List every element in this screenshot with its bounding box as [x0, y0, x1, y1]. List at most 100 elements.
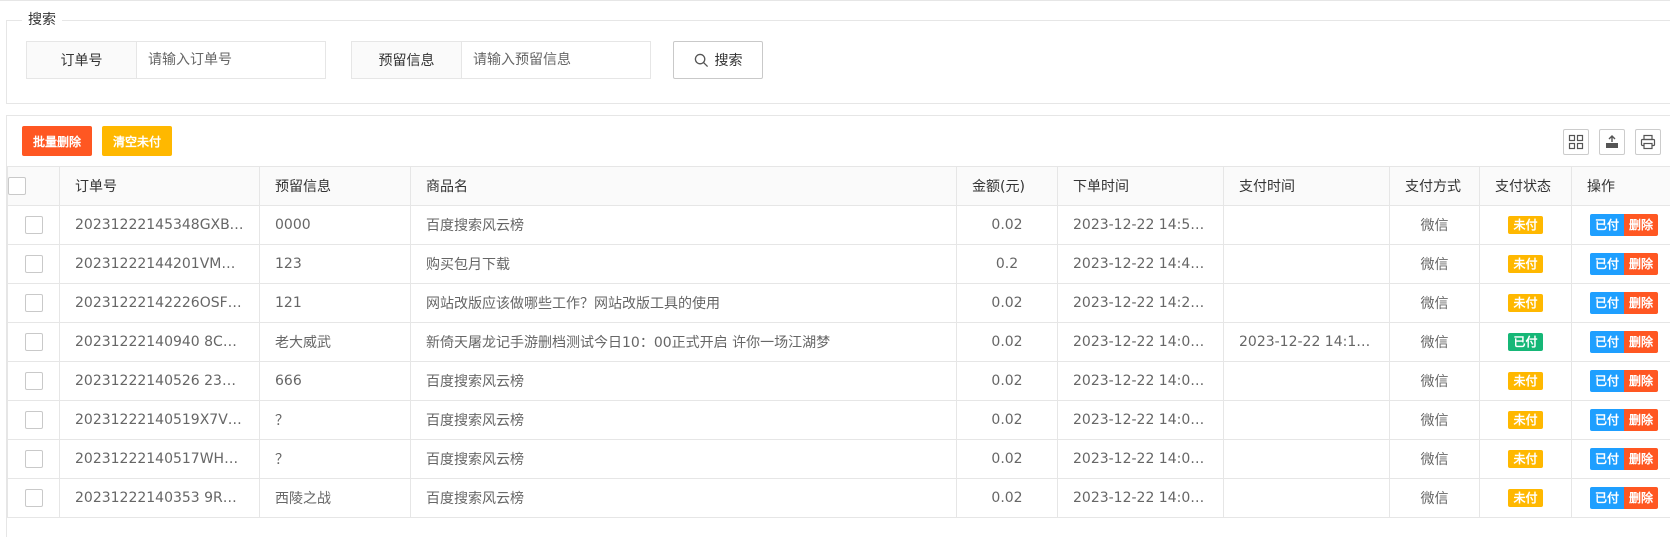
paid-time-cell: [1223, 439, 1390, 479]
delete-button[interactable]: 删除: [1624, 487, 1659, 509]
mark-paid-button[interactable]: 已付: [1590, 214, 1625, 236]
row-checkbox[interactable]: [24, 489, 43, 507]
search-legend: 搜索: [22, 12, 62, 28]
mark-paid-button[interactable]: 已付: [1590, 331, 1625, 353]
row-select-cell: [7, 205, 60, 245]
pay-method-cell: 微信: [1389, 478, 1480, 518]
batch-delete-button[interactable]: 批量删除: [22, 126, 92, 156]
status-badge: 未付: [1508, 372, 1543, 390]
row-checkbox[interactable]: [24, 216, 43, 234]
pay-method-cell: 微信: [1389, 439, 1480, 479]
header-amount[interactable]: 金额(元): [956, 166, 1058, 206]
mark-paid-button[interactable]: 已付: [1590, 253, 1625, 275]
delete-button[interactable]: 删除: [1624, 253, 1659, 275]
amount-cell: 0.02: [956, 322, 1058, 362]
status-badge: 未付: [1508, 411, 1543, 429]
pay-method-cell: 微信: [1389, 361, 1480, 401]
paid-time-cell: [1223, 478, 1390, 518]
actions-cell: 已付 删除: [1571, 322, 1670, 362]
pay-status-cell: 未付: [1479, 205, 1572, 245]
order-number-label: 订单号: [27, 42, 137, 78]
print-button[interactable]: [1635, 129, 1661, 155]
search-button[interactable]: 搜索: [673, 41, 763, 79]
pay-status-cell: 未付: [1479, 400, 1572, 440]
order-number-cell: 20231222142226OSF1Z9: [59, 283, 260, 323]
created-time-cell: 2023-12-22 14:03:52: [1057, 478, 1224, 518]
row-select-cell: [7, 283, 60, 323]
created-time-cell: 2023-12-22 14:53:48: [1057, 205, 1224, 245]
created-time-cell: 2023-12-22 14:22:26: [1057, 283, 1224, 323]
row-checkbox[interactable]: [24, 372, 43, 390]
paid-time-cell: [1223, 361, 1390, 401]
orders-table: 订单号 预留信息 商品名 金额(元) 下单时间 支付时间 支付方式 支付状态 操…: [7, 166, 1670, 518]
paid-time-cell: 2023-12-22 14:10:18: [1223, 322, 1390, 362]
columns-filter-button[interactable]: [1563, 129, 1589, 155]
reserve-info-field: 预留信息: [351, 41, 651, 79]
order-number-input[interactable]: [137, 42, 325, 78]
amount-cell: 0.02: [956, 205, 1058, 245]
reserve-info-cell: 666: [259, 361, 411, 401]
order-number-cell: 20231222140526 23ML4H: [59, 361, 260, 401]
pay-status-cell: 未付: [1479, 244, 1572, 284]
reserve-info-cell: 123: [259, 244, 411, 284]
header-product[interactable]: 商品名: [410, 166, 957, 206]
order-number-cell: 20231222140940 8CGL2J: [59, 322, 260, 362]
row-checkbox[interactable]: [24, 294, 43, 312]
paid-time-cell: [1223, 283, 1390, 323]
columns-icon: [1568, 134, 1584, 150]
delete-button[interactable]: 删除: [1624, 214, 1659, 236]
status-badge: 未付: [1508, 255, 1543, 273]
delete-button[interactable]: 删除: [1624, 409, 1659, 431]
delete-button[interactable]: 删除: [1624, 292, 1659, 314]
mark-paid-button[interactable]: 已付: [1590, 370, 1625, 392]
created-time-cell: 2023-12-22 14:42:01: [1057, 244, 1224, 284]
table-row: 20231222140517WHUESZ？百度搜索风云榜 0.02 2023-12-…: [7, 439, 1670, 479]
created-time-cell: 2023-12-22 14:09:40: [1057, 322, 1224, 362]
row-checkbox[interactable]: [24, 450, 43, 468]
mark-paid-button[interactable]: 已付: [1590, 448, 1625, 470]
table-row: 20231222140519X7V6LT？百度搜索风云榜 0.02 2023-12-…: [7, 400, 1670, 440]
order-number-cell: 20231222140353 9RQS84: [59, 478, 260, 518]
header-order[interactable]: 订单号: [59, 166, 260, 206]
delete-button[interactable]: 删除: [1624, 448, 1659, 470]
pay-method-cell: 微信: [1389, 400, 1480, 440]
header-paid-at[interactable]: 支付时间: [1223, 166, 1390, 206]
reserve-info-cell: 老大威武: [259, 322, 411, 362]
header-reserve[interactable]: 预留信息: [259, 166, 411, 206]
reserve-info-cell: 0000: [259, 205, 411, 245]
row-select-cell: [7, 244, 60, 284]
row-checkbox[interactable]: [24, 255, 43, 273]
row-select-cell: [7, 400, 60, 440]
row-checkbox[interactable]: [24, 411, 43, 429]
product-name-cell: 新倚天屠龙记手游删档测试今日10：00正式开启 许你一场江湖梦: [410, 322, 957, 362]
row-select-cell: [7, 439, 60, 479]
mark-paid-button[interactable]: 已付: [1590, 292, 1625, 314]
row-select-cell: [7, 322, 60, 362]
select-all-checkbox[interactable]: [8, 177, 26, 195]
table-row: 20231222140526 23ML4H 666 百度搜索风云榜 0.02 2023-…: [7, 361, 1670, 401]
top-divider: [0, 0, 1670, 1]
row-select-cell: [7, 478, 60, 518]
header-status[interactable]: 支付状态: [1479, 166, 1572, 206]
reserve-info-input[interactable]: [462, 42, 650, 78]
mark-paid-button[interactable]: 已付: [1590, 409, 1625, 431]
product-name-cell: 网站改版应该做哪些工作？网站改版工具的使用: [410, 283, 957, 323]
table-row: 20231222140940 8CGL2J 老大威武 新倚天屠龙记手游删档测试今日1…: [7, 322, 1670, 362]
delete-button[interactable]: 删除: [1624, 370, 1659, 392]
pay-status-cell: 未付: [1479, 361, 1572, 401]
header-actions: 操作: [1571, 166, 1670, 206]
header-method[interactable]: 支付方式: [1389, 166, 1480, 206]
delete-button[interactable]: 删除: [1624, 331, 1659, 353]
row-checkbox[interactable]: [24, 333, 43, 351]
select-all-cell: [7, 166, 60, 206]
reserve-info-cell: 121: [259, 283, 411, 323]
export-button[interactable]: [1599, 129, 1625, 155]
search-button-label: 搜索: [714, 53, 743, 69]
order-number-cell: 20231222145348GXBGG8: [59, 205, 260, 245]
table-row: 20231222145348GXBGG8 0000 百度搜索风云榜 0.02 2023-…: [7, 205, 1670, 245]
amount-cell: 0.02: [956, 400, 1058, 440]
clear-unpaid-button[interactable]: 清空未付: [102, 126, 172, 156]
mark-paid-button[interactable]: 已付: [1590, 487, 1625, 509]
header-created[interactable]: 下单时间: [1057, 166, 1224, 206]
pay-status-cell: 未付: [1479, 283, 1572, 323]
